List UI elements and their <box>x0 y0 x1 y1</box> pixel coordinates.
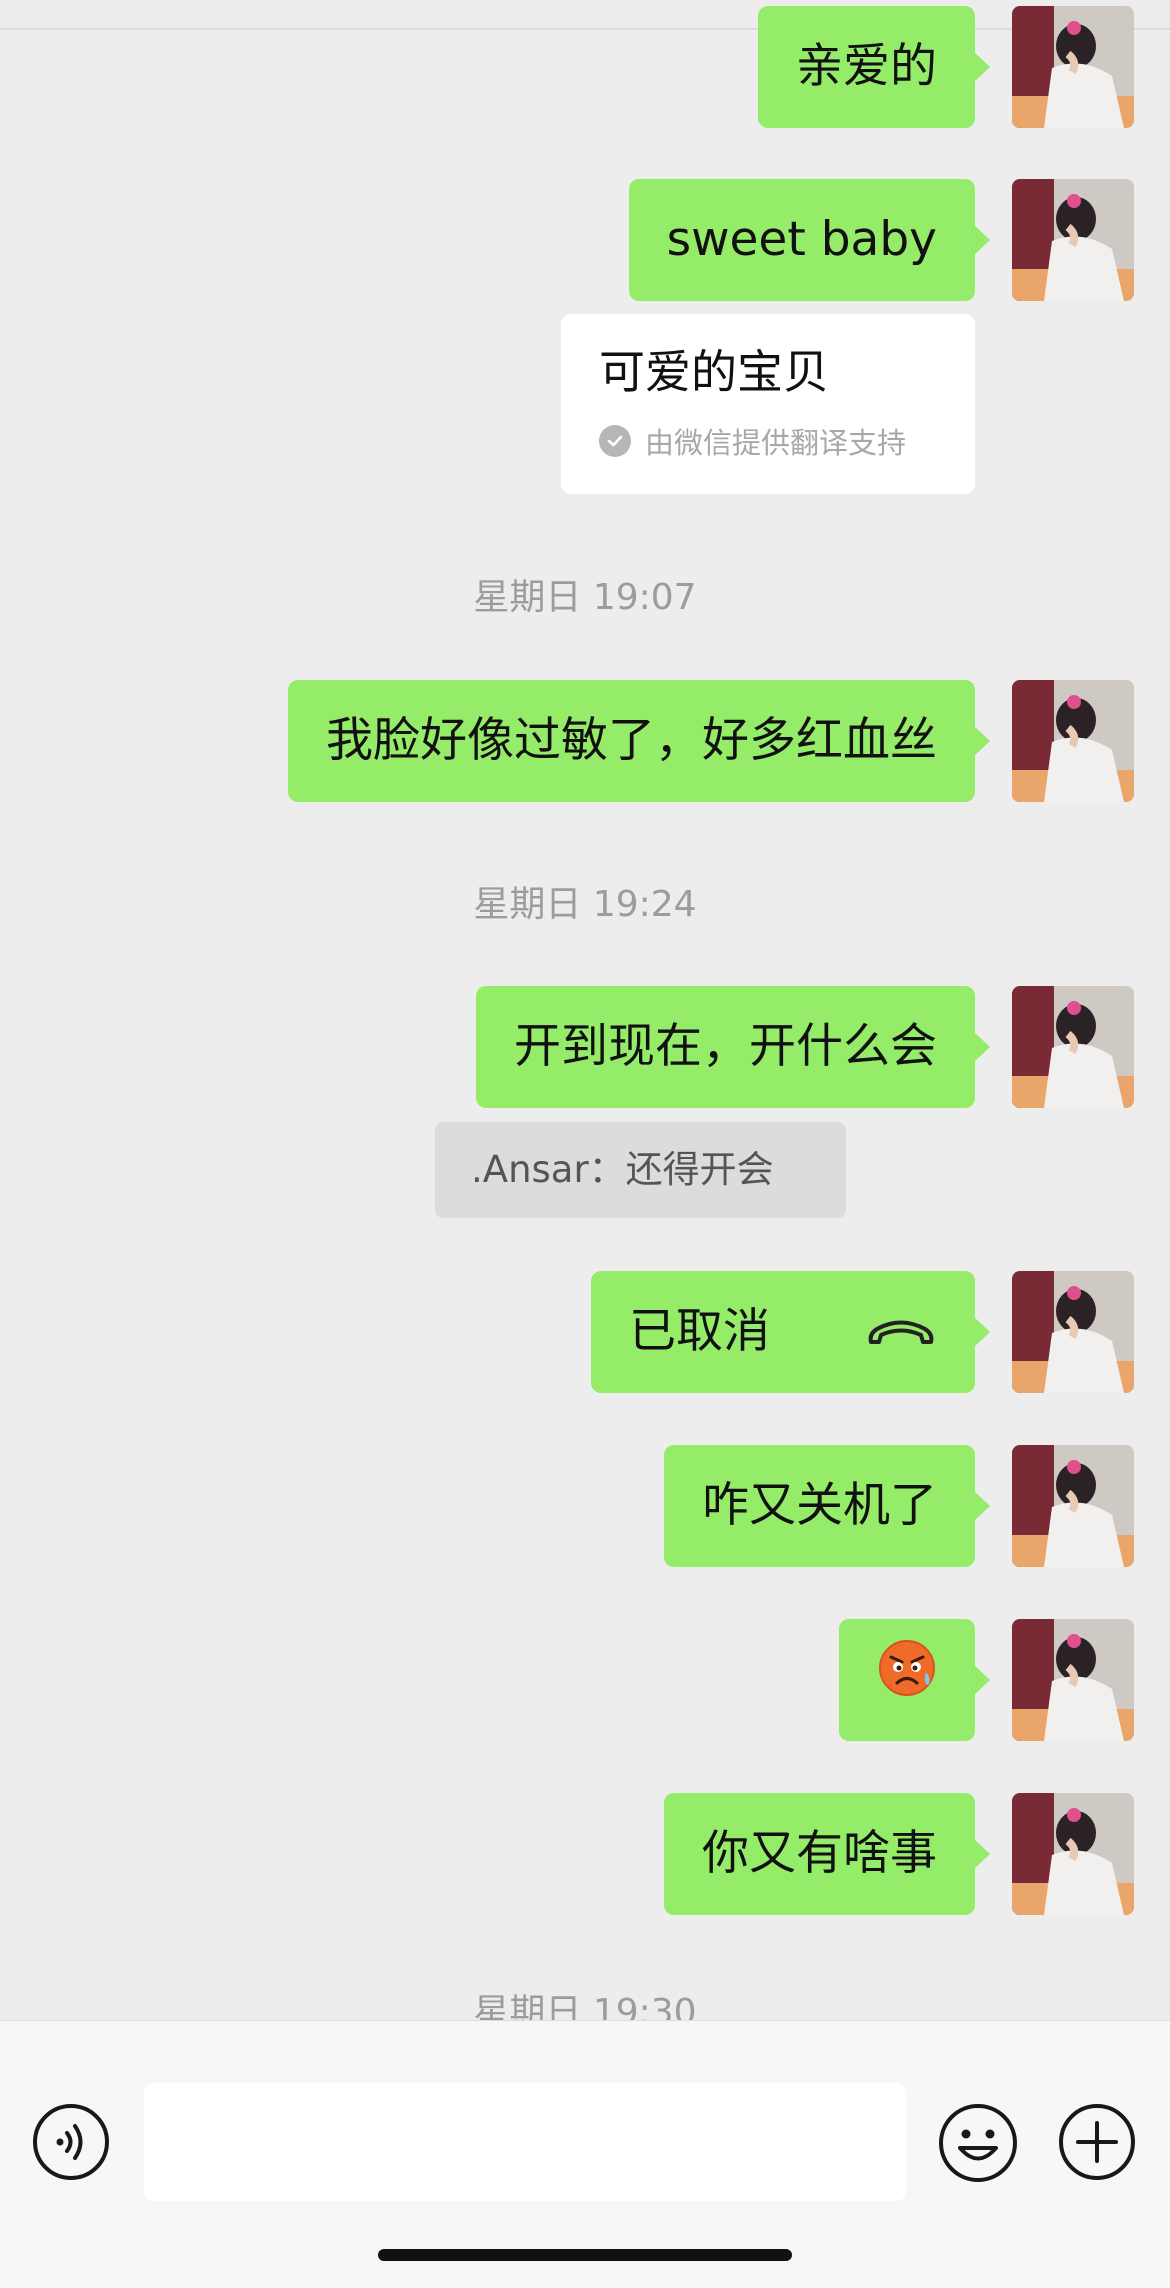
voice-icon <box>33 2104 109 2180</box>
quoted-message[interactable]: .Ansar：还得开会 <box>435 1122 846 1218</box>
avatar[interactable] <box>1012 6 1134 128</box>
timestamp: 星期日 19:07 <box>473 577 697 618</box>
translation-card[interactable]: 可爱的宝贝 由微信提供翻译支持 <box>561 314 975 494</box>
chat-area: 亲爱的 sweet baby 可爱的宝贝 由微信提供翻译支持 星期日 19:07… <box>0 0 1170 2020</box>
hangup-phone-icon <box>865 1274 937 1396</box>
call-status-label: 已取消 <box>629 1304 771 1359</box>
message-bubble[interactable]: 开到现在，开什么会 <box>476 986 990 1108</box>
message-bubble[interactable]: 亲爱的 <box>758 6 990 128</box>
message-bubble[interactable]: 咋又关机了 <box>664 1445 990 1567</box>
avatar[interactable] <box>1012 1271 1134 1393</box>
message-input[interactable] <box>144 2083 906 2201</box>
avatar[interactable] <box>1012 986 1134 1108</box>
input-bar <box>0 2020 1170 2288</box>
avatar[interactable] <box>1012 1619 1134 1741</box>
angry-sweat-emoji <box>877 1622 937 1744</box>
call-record-bubble[interactable]: 已取消 <box>591 1271 990 1396</box>
message-bubble[interactable]: 你又有啥事 <box>664 1793 990 1915</box>
message-bubble[interactable]: 我脸好像过敏了，好多红血丝 <box>288 680 990 802</box>
home-indicator[interactable] <box>378 2249 792 2261</box>
avatar[interactable] <box>1012 179 1134 301</box>
translation-source: 由微信提供翻译支持 <box>599 420 937 462</box>
check-icon <box>599 425 631 457</box>
voice-button[interactable] <box>32 2103 110 2181</box>
divider <box>0 28 1170 30</box>
emoji-button[interactable] <box>938 2103 1018 2183</box>
avatar[interactable] <box>1012 1445 1134 1567</box>
emoji-message-bubble[interactable] <box>839 1619 990 1744</box>
translation-source-label: 由微信提供翻译支持 <box>645 426 907 460</box>
timestamp: 星期日 19:24 <box>473 884 697 925</box>
avatar[interactable] <box>1012 680 1134 802</box>
timestamp: 星期日 19:30 <box>473 1992 697 2020</box>
more-button[interactable] <box>1058 2103 1136 2181</box>
emoji-icon <box>939 2104 1017 2182</box>
avatar[interactable] <box>1012 1793 1134 1915</box>
message-bubble[interactable]: sweet baby <box>628 179 991 301</box>
translation-text: 可爱的宝贝 <box>599 345 829 399</box>
plus-icon <box>1059 2104 1135 2180</box>
